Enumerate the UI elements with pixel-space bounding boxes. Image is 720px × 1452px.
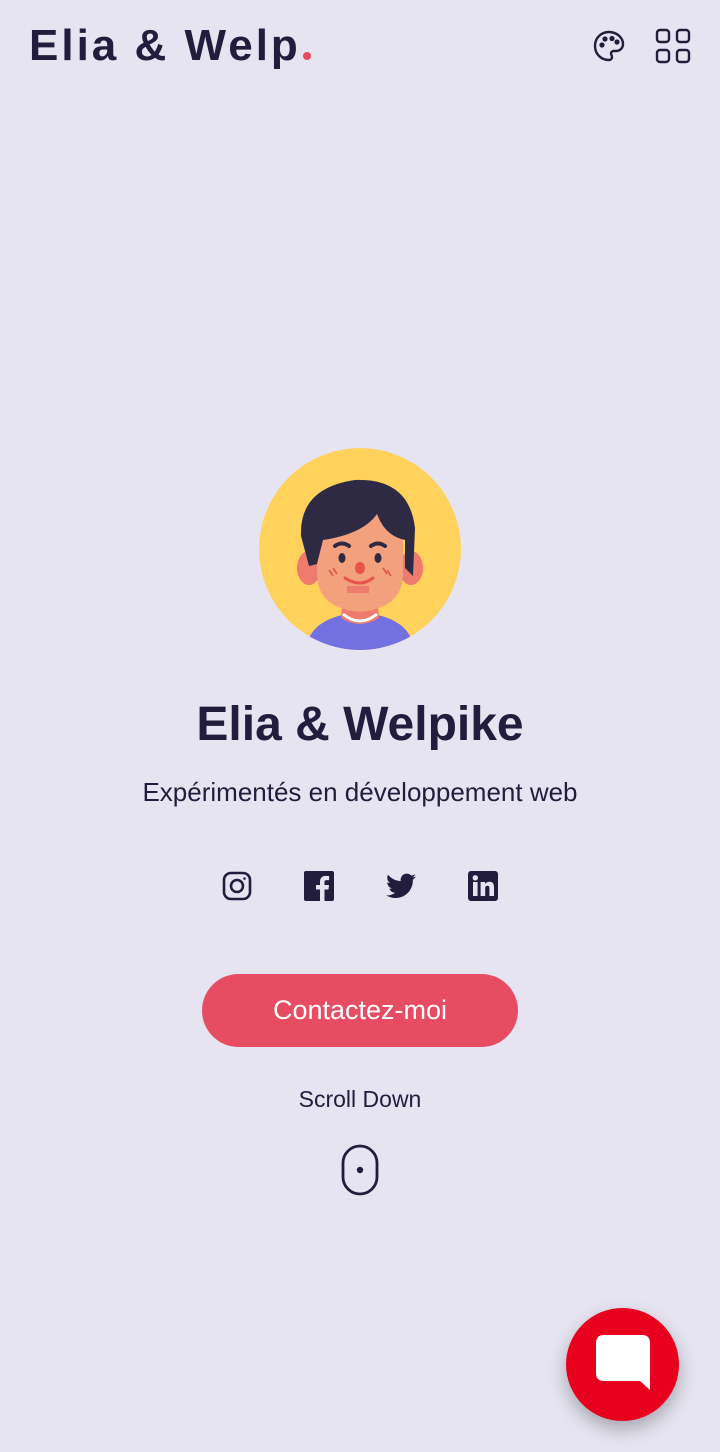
logo-text: Elia & Welp	[29, 21, 301, 70]
social-links	[0, 866, 720, 906]
scroll-down-link[interactable]: Scroll Down	[0, 1085, 720, 1113]
chat-bubble-icon	[594, 1333, 652, 1396]
chat-button[interactable]	[566, 1308, 679, 1421]
hero-name: Elia & Welpike	[196, 698, 524, 751]
palette-icon[interactable]	[591, 28, 627, 64]
twitter-icon[interactable]	[383, 866, 419, 906]
facebook-icon[interactable]	[301, 866, 337, 906]
linkedin-icon[interactable]	[465, 866, 501, 906]
page: Elia & Welp Elia & Welpike Expérimentés …	[0, 0, 720, 1452]
logo-dot	[302, 52, 311, 60]
logo[interactable]: Elia & Welp	[29, 20, 311, 72]
hero-subtitle: Expérimentés en développement web	[142, 777, 578, 807]
mouse-icon[interactable]	[341, 1144, 379, 1196]
header: Elia & Welp	[0, 0, 720, 92]
avatar	[259, 448, 461, 650]
instagram-icon[interactable]	[219, 866, 255, 906]
contact-button[interactable]: Contactez-moi	[202, 974, 518, 1047]
apps-grid-icon[interactable]	[655, 28, 691, 64]
